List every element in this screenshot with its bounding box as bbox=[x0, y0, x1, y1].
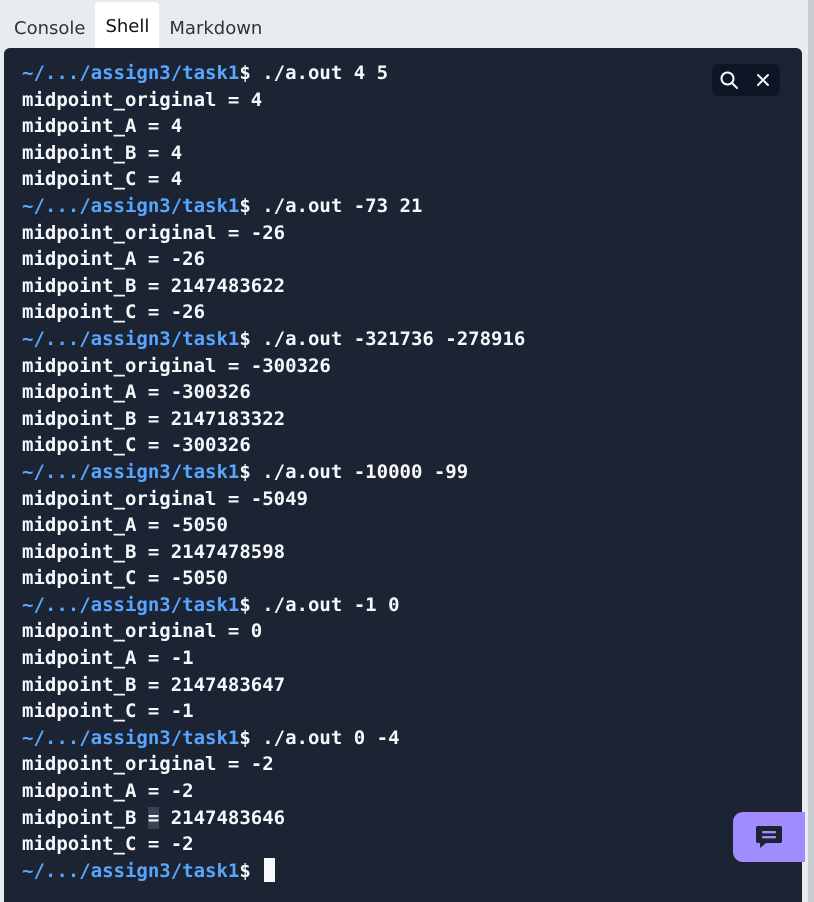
prompt-path: ~/.../assign3/task1 bbox=[22, 194, 240, 217]
output-line: midpoint_A = -5050 bbox=[22, 514, 228, 537]
command-text: ./a.out -321736 -278916 bbox=[250, 327, 526, 350]
output-line: midpoint_B = 2147483622 bbox=[22, 274, 286, 297]
terminal-toolbar bbox=[712, 64, 780, 96]
prompt-line: ~/.../assign3/task1$ ./a.out -321736 -27… bbox=[22, 326, 802, 353]
prompt-line: ~/.../assign3/task1$ ./a.out -1 0 bbox=[22, 592, 802, 619]
output-line: midpoint_A = -26 bbox=[22, 248, 206, 271]
command-text: ./a.out -73 21 bbox=[250, 194, 423, 217]
prompt-line: ~/.../assign3/task1$ ./a.out -10000 -99 bbox=[22, 459, 802, 486]
pane-divider[interactable] bbox=[808, 0, 814, 902]
output-line: midpoint_C = -26 bbox=[22, 301, 206, 324]
prompt-line: ~/.../assign3/task1$ ./a.out 0 -4 bbox=[22, 725, 802, 752]
output-line: midpoint_B = 2147183322 bbox=[22, 407, 286, 430]
close-button[interactable] bbox=[746, 64, 780, 96]
command-text: ./a.out 0 -4 bbox=[250, 726, 400, 749]
command-text: ./a.out -10000 -99 bbox=[250, 460, 469, 483]
output-text: 2147483646 bbox=[159, 806, 286, 829]
output-line: midpoint_C = -1 bbox=[22, 700, 194, 723]
command-text: ./a.out 4 5 bbox=[250, 62, 389, 84]
close-icon bbox=[757, 74, 769, 86]
output-line: midpoint_original = -2 bbox=[22, 753, 274, 776]
prompt-line: ~/.../assign3/task1$ ./a.out 4 5 bbox=[22, 60, 802, 87]
output-line: midpoint_original = -300326 bbox=[22, 354, 331, 377]
output-line: midpoint_A = 4 bbox=[22, 115, 183, 138]
output-line: midpoint_C = 4 bbox=[22, 168, 183, 191]
chat-icon bbox=[756, 826, 782, 848]
prompt-line: ~/.../assign3/task1$ ./a.out -73 21 bbox=[22, 193, 802, 220]
output-line: midpoint_A = -300326 bbox=[22, 381, 251, 404]
replit-workspace: Console Shell Markdown ~/.../assign3/tas… bbox=[0, 0, 814, 902]
tab-console[interactable]: Console bbox=[4, 4, 95, 48]
output-line: midpoint_B = 2147478598 bbox=[22, 540, 286, 563]
command-text bbox=[251, 860, 262, 882]
prompt-path: ~/.../assign3/task1 bbox=[22, 460, 240, 483]
output-line: midpoint_original = -26 bbox=[22, 221, 286, 244]
prompt-symbol: $ bbox=[239, 859, 251, 882]
search-button[interactable] bbox=[712, 64, 746, 96]
output-line: midpoint_original = 4 bbox=[22, 88, 263, 111]
prompt-line: ~/.../assign3/task1$ bbox=[22, 857, 802, 885]
prompt-path: ~/.../assign3/task1 bbox=[22, 593, 240, 616]
prompt-symbol: $ bbox=[239, 194, 251, 217]
chat-button[interactable] bbox=[733, 812, 805, 862]
prompt-path: ~/.../assign3/task1 bbox=[22, 62, 240, 84]
terminal-output: ~/.../assign3/task1$ ./a.out 4 5 midpoint… bbox=[22, 60, 802, 884]
output-line: midpoint_B = 4 bbox=[22, 141, 183, 164]
prompt-symbol: $ bbox=[239, 460, 251, 483]
output-line: midpoint_original = -5049 bbox=[22, 487, 308, 510]
terminal-cursor bbox=[264, 857, 276, 882]
output-text: midpoint_B bbox=[22, 806, 148, 829]
command-text: ./a.out -1 0 bbox=[250, 593, 400, 616]
output-line: midpoint_C = -2 bbox=[22, 833, 194, 856]
prompt-path: ~/.../assign3/task1 bbox=[22, 327, 240, 350]
text-selection: = bbox=[147, 806, 160, 829]
search-icon bbox=[720, 71, 738, 89]
output-line: midpoint_C = -300326 bbox=[22, 434, 251, 457]
output-line: midpoint_B = 2147483646 bbox=[22, 805, 802, 832]
output-line: midpoint_C = -5050 bbox=[22, 567, 228, 590]
pane-tab-bar: Console Shell Markdown bbox=[0, 0, 272, 48]
tab-shell[interactable]: Shell bbox=[95, 2, 160, 48]
prompt-path: ~/.../assign3/task1 bbox=[22, 859, 240, 882]
output-line: midpoint_A = -1 bbox=[22, 647, 194, 670]
output-line: midpoint_original = 0 bbox=[22, 620, 263, 643]
prompt-symbol: $ bbox=[239, 62, 251, 84]
prompt-path: ~/.../assign3/task1 bbox=[22, 726, 240, 749]
shell-terminal[interactable]: ~/.../assign3/task1$ ./a.out 4 5 midpoint… bbox=[4, 48, 802, 902]
output-line: midpoint_A = -2 bbox=[22, 780, 194, 803]
prompt-symbol: $ bbox=[239, 593, 251, 616]
prompt-symbol: $ bbox=[239, 726, 251, 749]
tab-markdown[interactable]: Markdown bbox=[159, 4, 272, 48]
prompt-symbol: $ bbox=[239, 327, 251, 350]
output-line: midpoint_B = 2147483647 bbox=[22, 673, 286, 696]
